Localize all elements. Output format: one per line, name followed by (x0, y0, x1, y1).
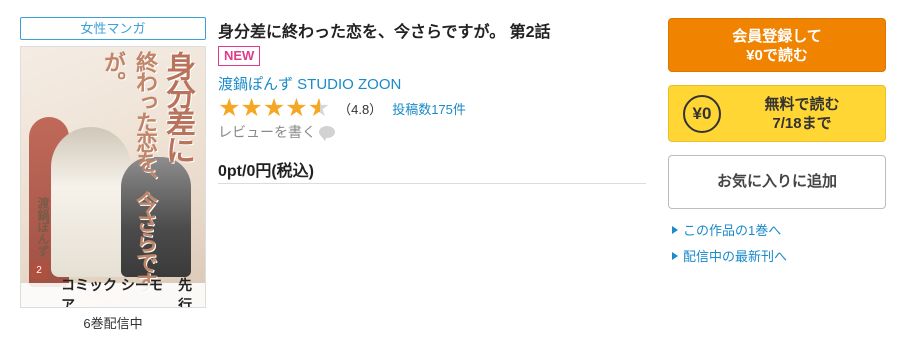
yen-zero-icon: ¥0 (683, 94, 721, 133)
cover-label-advance: 先行 (178, 277, 193, 308)
add-favorite-button[interactable]: お気に入りに追加 (668, 155, 886, 209)
cover-title-main: 身分差に (160, 51, 195, 163)
review-count-link[interactable]: 投稿数175件 (392, 99, 466, 118)
volume-count: 6巻配信中 (83, 316, 143, 331)
page-title: 身分差に終わった恋を、今さらですが。 第2話 (218, 24, 551, 41)
free-line1: 無料で読む (764, 95, 840, 113)
rating-row: ★ ★ ★ ★ ★ （4.8） 投稿数175件 (218, 95, 466, 121)
star-full-icon: ★ (285, 93, 308, 122)
price: 0pt/0円(税込) (218, 163, 315, 180)
rating-stars: ★ ★ ★ ★ ★ (218, 95, 330, 121)
rating-score: （4.8） (338, 101, 383, 117)
write-review-link[interactable]: レビューを書く (218, 122, 335, 142)
triangle-right-icon (672, 251, 678, 260)
register-read-button[interactable]: 会員登録して ¥0で読む (668, 18, 886, 72)
cover-image[interactable]: 身分差に 終わった恋を、今さらですが。 渡鍋ぽんず 2 コミック シーモア 先行 (20, 46, 206, 308)
star-half-icon: ★ (307, 93, 331, 122)
register-line2: ¥0で読む (746, 47, 808, 64)
write-review-label: レビューを書く (218, 124, 316, 140)
first-volume-link[interactable]: この作品の1巻へ (672, 220, 781, 239)
latest-volume-link[interactable]: 配信中の最新刊へ (672, 246, 787, 265)
new-badge: NEW (218, 46, 261, 66)
cover-title-sub: 終わった恋を、今さらですが。 (100, 51, 158, 291)
genre-tag[interactable]: 女性マンガ (20, 17, 206, 40)
latest-volume-label: 配信中の最新刊へ (683, 249, 788, 264)
star-full-icon: ★ (218, 93, 241, 122)
cover-author: 渡鍋ぽんず (36, 197, 50, 257)
free-line2: 7/18まで (772, 114, 832, 132)
speech-bubble-icon (319, 126, 335, 141)
free-read-text: 無料で読む 7/18まで (733, 95, 885, 133)
divider (218, 183, 646, 184)
cover-label-brand: コミック シーモア (61, 277, 163, 308)
star-full-icon: ★ (262, 93, 286, 122)
author-link[interactable]: 渡鍋ぽんず STUDIO ZOON (218, 73, 401, 94)
register-line1: 会員登録して (732, 28, 822, 45)
free-read-button[interactable]: ¥0 無料で読む 7/18まで (668, 85, 886, 142)
star-full-icon: ★ (240, 93, 263, 122)
triangle-right-icon (672, 225, 678, 234)
cover-volume-badge: 2 (31, 263, 47, 279)
first-volume-label: この作品の1巻へ (683, 223, 782, 238)
cover-label-bar: コミック シーモア 先行 (21, 277, 205, 307)
